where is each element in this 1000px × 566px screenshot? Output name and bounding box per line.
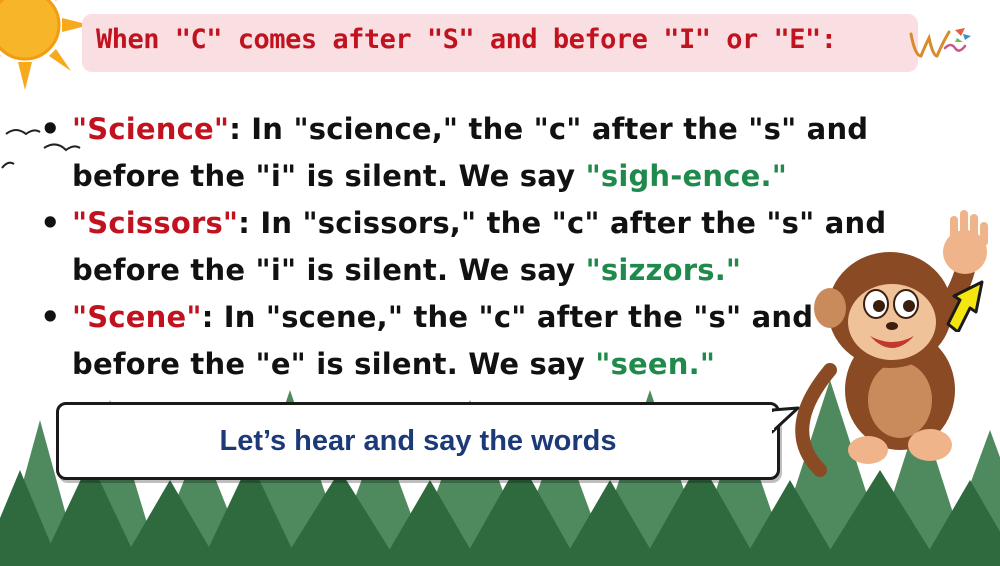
word-pronunciation: "sizzors."	[585, 253, 742, 287]
word-term: "Science"	[72, 112, 230, 146]
word-pronunciation: "sigh-ence."	[585, 159, 788, 193]
word-term: "Scene"	[72, 300, 202, 334]
speech-bubble-text: Let’s hear and say the words	[219, 424, 617, 457]
list-item: "Scissors": In "scissors," the "c" after…	[40, 200, 900, 294]
slide: When "C" comes after "S" and before "I" …	[0, 0, 1000, 566]
sun-icon	[0, 0, 90, 90]
list-item: "Science": In "science," the "c" after t…	[40, 106, 900, 200]
word-term: "Scissors"	[72, 206, 239, 240]
monkey-illustration	[795, 210, 988, 477]
speech-bubble: Let’s hear and say the words	[56, 402, 780, 480]
logo-icon	[909, 28, 971, 58]
page-title: When "C" comes after "S" and before "I" …	[96, 24, 837, 55]
arrow-icon	[946, 280, 984, 332]
word-list: "Science": In "science," the "c" after t…	[40, 106, 900, 388]
